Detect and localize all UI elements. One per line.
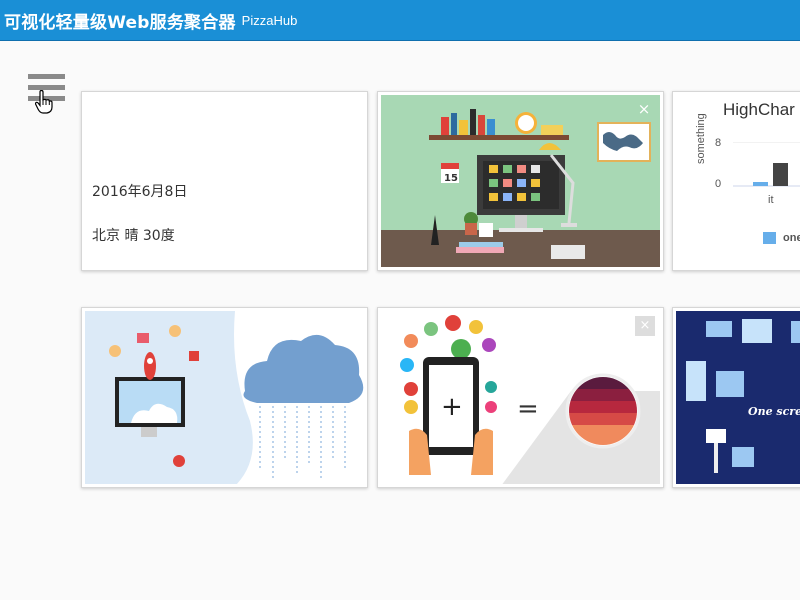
chart-y-label: something (695, 113, 707, 164)
one-screen-card[interactable]: One screen t (672, 307, 800, 488)
svg-text:15: 15 (444, 173, 458, 184)
desk-illustration: 15 (381, 95, 660, 267)
app-subtitle: PizzaHub (241, 12, 298, 28)
chart-title: HighChar (723, 100, 795, 119)
hamburger-menu-icon (28, 74, 65, 79)
cloud-illustration (85, 311, 364, 484)
header-bar: 可视化轻量级Web服务聚合器 PizzaHub (0, 0, 800, 41)
bar-series-two[interactable] (773, 163, 788, 186)
x-tick-it: it (768, 194, 774, 206)
truncated-text: — — (92, 264, 120, 271)
app-title: 可视化轻量级Web服务聚合器 (4, 12, 236, 33)
menu-button[interactable] (28, 74, 66, 120)
tablet-illustration-card[interactable]: + = × (377, 307, 664, 488)
close-button[interactable]: × (635, 316, 655, 336)
y-tick-8: 8 (715, 137, 722, 149)
cloud-illustration-card[interactable] (81, 307, 368, 488)
legend-label[interactable]: one (783, 232, 800, 244)
weather-text: 北京 晴 30度 (92, 228, 175, 244)
svg-text:+: + (441, 392, 463, 422)
hand-cursor-icon (35, 90, 53, 114)
tablet-illustration: + = (381, 311, 660, 484)
weather-widget: 2016年6月8日 北京 晴 30度 — — (82, 92, 367, 270)
highchart-card[interactable]: HighChar something 8 0 it one (672, 91, 800, 271)
weather-card[interactable]: 2016年6月8日 北京 晴 30度 — — (81, 91, 368, 271)
chart-plot (733, 142, 800, 187)
date-text: 2016年6月8日 (92, 184, 188, 200)
svg-text:One screen t: One screen t (748, 405, 800, 418)
legend-swatch (763, 232, 776, 244)
one-screen-illustration: One screen t (676, 311, 800, 484)
desk-illustration-card[interactable]: 15 × (377, 91, 664, 271)
svg-text:=: = (517, 394, 539, 424)
close-button[interactable]: × (634, 99, 654, 119)
y-tick-0: 0 (715, 178, 722, 190)
bar-series-one[interactable] (753, 182, 768, 186)
